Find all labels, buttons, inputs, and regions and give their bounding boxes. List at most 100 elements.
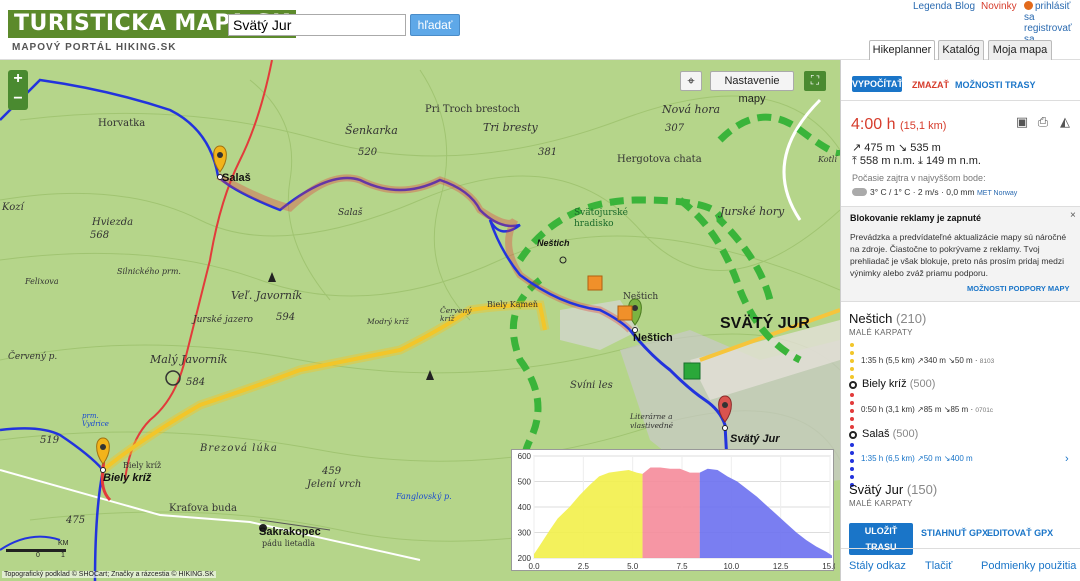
route-options-button[interactable]: MOŽNOSTI TRASY bbox=[955, 80, 1036, 90]
legend-link[interactable]: Legenda bbox=[913, 1, 952, 12]
tab-katalog[interactable]: Katalóg bbox=[938, 40, 984, 60]
close-icon[interactable]: × bbox=[1070, 210, 1076, 221]
print-icon[interactable]: ⎙ bbox=[1036, 115, 1050, 129]
permalink-link[interactable]: Stály odkaz bbox=[849, 560, 906, 572]
label-brezova-luka: Brezová lúka bbox=[200, 443, 278, 454]
label-svatojurske: Svätojurské hradisko bbox=[574, 208, 628, 229]
crosshair-icon[interactable]: ⌖ bbox=[680, 71, 702, 91]
y-tick-label: 400 bbox=[518, 503, 532, 512]
segment-3[interactable]: 1:35 h (6,5 km) ↗50 m ↘400 m bbox=[861, 454, 973, 463]
waypoint-salas[interactable]: Salaš (500) bbox=[862, 428, 918, 440]
hikeplanner-sidebar: VYPOČÍTAŤ ZMAZAŤ MOŽNOSTI TRASY 4:00 h (… bbox=[840, 60, 1080, 581]
label-sakrakopec: Sakrakopec bbox=[259, 526, 321, 538]
tab-hikeplanner[interactable]: Hikeplanner bbox=[869, 40, 935, 61]
print-link[interactable]: Tlačiť bbox=[925, 560, 952, 572]
save-icon[interactable]: ▣ bbox=[1015, 115, 1029, 129]
segment-1[interactable]: 1:35 h (5,5 km) ↗340 m ↘50 m · 8103 bbox=[861, 356, 994, 365]
label-prm-vydrica: prm. Vydrice bbox=[82, 412, 109, 428]
label-vel-javornik: Veľ. Javorník bbox=[231, 289, 303, 302]
tab-moja-mapa[interactable]: Moja mapa bbox=[988, 40, 1052, 60]
adblock-notice: Blokovanie reklamy je zapnuté × Prevádzk… bbox=[841, 206, 1080, 302]
label-cerveny-kriz: Červený kríž bbox=[440, 306, 472, 323]
label-fanglovsky: Fanglovský p. bbox=[396, 492, 452, 501]
zoom-control: + − bbox=[8, 70, 28, 110]
label-biely-kriz-pin: Biely kríž bbox=[103, 472, 152, 484]
scale-tick-0: 0 bbox=[36, 552, 40, 559]
label-biely-kamen: Biely Kameň bbox=[487, 300, 539, 309]
waypoint-region: MALÉ KARPATY bbox=[849, 499, 913, 508]
label-jurske-jazero: Jurské jazero bbox=[193, 315, 253, 325]
label-jeleni-vrch: Jelení vrch bbox=[307, 479, 362, 490]
label-tri-bresty-ele: 381 bbox=[538, 147, 558, 158]
label-modry-kriz: Modrý kríž bbox=[367, 317, 409, 326]
max-min-elevation: ⤒ 558 m n.m. ⤓ 149 m n.m. bbox=[852, 155, 981, 167]
x-tick-label: 10.0 bbox=[724, 562, 740, 571]
zoom-in-button[interactable]: + bbox=[8, 70, 28, 90]
download-gpx-button[interactable]: STIAHNUŤ GPX bbox=[921, 528, 988, 538]
route-duration: 4:00 h (15,1 km) bbox=[851, 116, 947, 133]
label-hergotova: Hergotova chata bbox=[617, 154, 702, 165]
chevron-right-icon[interactable]: › bbox=[1065, 453, 1069, 465]
search-button[interactable]: hľadať bbox=[410, 14, 460, 36]
label-senkarka: Šenkarka bbox=[345, 124, 398, 137]
weather-label: Počasie zajtra v najvyššom bode: bbox=[852, 173, 986, 183]
label-nestich-pin: Neštich bbox=[633, 332, 673, 344]
scale-unit: KM bbox=[58, 540, 69, 547]
y-tick-label: 300 bbox=[518, 529, 532, 538]
waypoint-region: MALÉ KARPATY bbox=[849, 328, 913, 337]
label-salas-pin: Salaš bbox=[222, 172, 251, 184]
label-svaty-jur-big: SVÄTÝ JUR bbox=[720, 315, 810, 332]
map-settings-button[interactable]: Nastavenie mapy bbox=[710, 71, 794, 105]
divider bbox=[841, 100, 1080, 101]
label-nestich: Neštich bbox=[537, 238, 570, 248]
segment-2[interactable]: 0:50 h (3,1 km) ↗85 m ↘85 m · 0701c bbox=[861, 405, 993, 414]
user-menu[interactable]: prihlásiť sa registrovať sa bbox=[1024, 1, 1080, 45]
support-options-link[interactable]: MOŽNOSTI PODPORY MAPY bbox=[967, 284, 1070, 293]
elevation-profile[interactable]: 2003004005006000.02.55.07.510.012.515.0 bbox=[511, 449, 835, 571]
blog-link[interactable]: Blog bbox=[955, 1, 975, 12]
label-hviezda-ele: 568 bbox=[90, 230, 110, 241]
delete-button[interactable]: ZMAZAŤ bbox=[912, 80, 949, 90]
user-icon bbox=[1024, 1, 1033, 10]
save-route-button[interactable]: ULOŽIŤ TRASU bbox=[849, 523, 913, 555]
scale-bar: KM 0 1 bbox=[6, 540, 69, 560]
label-nestich-small: Neštich bbox=[623, 292, 659, 302]
news-link[interactable]: Novinky bbox=[981, 1, 1017, 12]
y-tick-label: 500 bbox=[518, 478, 532, 487]
label-silnickeho: Silnického prm. bbox=[117, 267, 181, 276]
edit-gpx-button[interactable]: EDITOVAŤ GPX bbox=[987, 528, 1053, 538]
label-biely-kriz-small: Biely kríž bbox=[123, 461, 162, 470]
weather-forecast: 3° C / 1° C · 2 m/s · 0,0 mm MET Norway bbox=[852, 187, 1017, 197]
waypoint-marker bbox=[849, 381, 857, 389]
terms-link[interactable]: Podmienky použitia bbox=[981, 560, 1076, 572]
x-tick-label: 2.5 bbox=[578, 562, 590, 571]
waypoint-biely-kriz[interactable]: Biely kríž (500) bbox=[862, 378, 935, 390]
waypoint-start[interactable]: Neštich (210) bbox=[849, 311, 926, 326]
fullscreen-icon[interactable]: ⛶ bbox=[804, 71, 826, 91]
label-jurske-hory: Jurské hory bbox=[720, 205, 785, 218]
x-tick-label: 15.0 bbox=[822, 562, 835, 571]
label-ele-519: 519 bbox=[40, 435, 60, 446]
label-vel-javornik-ele: 594 bbox=[276, 312, 296, 323]
label-ele-459: 459 bbox=[322, 466, 342, 477]
ascent-descent: ↗ 475 m ↘ 535 m bbox=[852, 142, 941, 154]
label-padu-lietadla: pádu lietadla bbox=[262, 539, 315, 548]
map-attribution: Topografický podklad © SHOCart; Značky a… bbox=[2, 571, 216, 578]
search-input[interactable] bbox=[228, 14, 406, 36]
x-tick-label: 7.5 bbox=[676, 562, 688, 571]
x-tick-label: 0.0 bbox=[528, 562, 540, 571]
profile-segment-2 bbox=[642, 467, 700, 558]
compute-button[interactable]: VYPOČÍTAŤ bbox=[852, 76, 903, 92]
label-cerveny-p: Červený p. bbox=[8, 352, 58, 362]
label-ele-475: 475 bbox=[66, 515, 86, 526]
weather-source-link[interactable]: MET Norway bbox=[977, 190, 1017, 197]
waypoint-end[interactable]: Svätý Jur (150) bbox=[849, 482, 937, 497]
elevation-icon[interactable]: ◭ bbox=[1058, 115, 1072, 129]
divider bbox=[841, 548, 1080, 549]
y-tick-label: 600 bbox=[518, 452, 532, 461]
label-salas: Salaš bbox=[338, 208, 363, 218]
label-horvatka: Horvatka bbox=[98, 118, 146, 129]
label-pri-troch-brestoch: Pri Troch brestoch bbox=[425, 104, 520, 115]
x-tick-label: 5.0 bbox=[627, 562, 639, 571]
zoom-out-button[interactable]: − bbox=[8, 90, 28, 110]
